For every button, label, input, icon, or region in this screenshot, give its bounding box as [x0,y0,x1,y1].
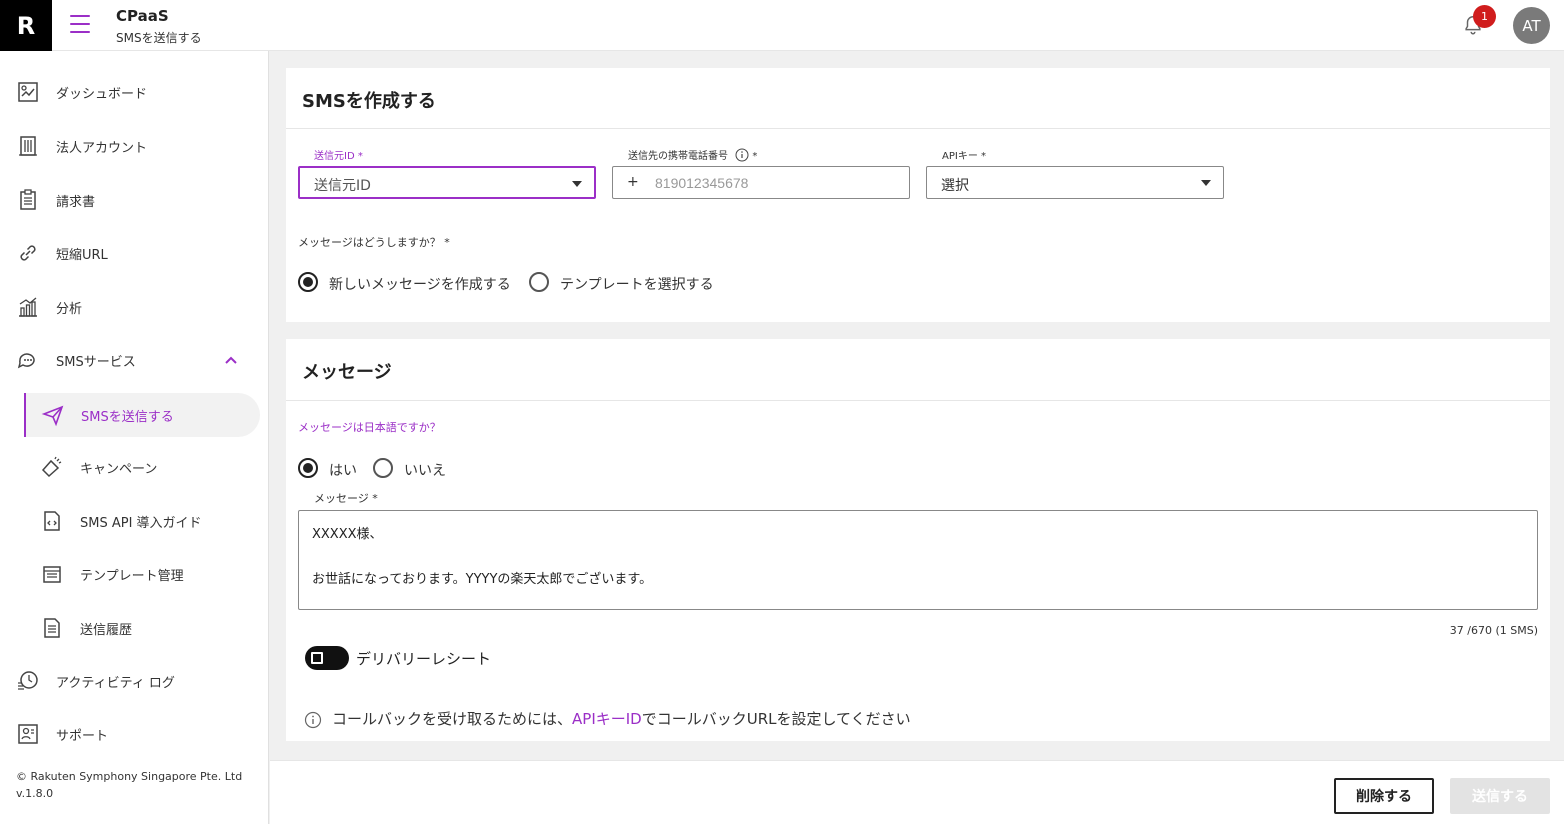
api-key-label: APIキー * [942,151,986,162]
invoice-icon [20,189,36,210]
sender-id-value: 送信元ID [314,178,371,194]
sidebar-item-label: サポート [56,728,109,744]
sidebar-item-analytics[interactable]: 分析 [0,287,269,327]
send-icon [41,405,64,427]
sidebar-item-label: 請求書 [56,194,96,210]
radio-yes[interactable] [298,458,318,478]
message-title: メッセージ [302,362,392,383]
sidebar-item-label: 短縮URL [56,247,108,263]
api-key-id-link[interactable]: APIキーID [572,710,642,728]
message-line-1: XXXXX様、 [312,527,383,542]
sidebar-item-send-history[interactable]: 送信履歴 [0,608,269,648]
analytics-icon [19,297,37,317]
phone-input[interactable] [655,171,895,195]
radio-yes-label[interactable]: はい [329,460,357,480]
info-icon [304,711,322,729]
phone-prefix: + [627,174,639,190]
sender-id-select[interactable]: 送信元ID [298,166,596,199]
delivery-receipt-toggle[interactable] [305,646,349,670]
building-icon [19,136,37,156]
sidebar-item-label: 送信履歴 [80,622,133,638]
sidebar-item-support[interactable]: サポート [0,714,269,754]
message-card: メッセージ メッセージは日本語ですか？ はい いいえ メッセージ * XXXXX… [286,339,1550,741]
message-mode-label: メッセージはどうしますか？ * [298,236,450,249]
radio-template[interactable] [529,272,549,292]
compose-card: SMSを作成する 送信元ID * 送信元ID 送信先の携帯電話番号 * + AP… [286,68,1550,322]
avatar[interactable]: AT [1513,7,1550,44]
send-button[interactable]: 送信する [1450,778,1550,814]
api-key-value: 選択 [941,178,969,194]
action-bar: 削除する 送信する [270,760,1564,824]
page-subtitle: SMSを送信する [116,31,202,45]
dashboard-icon [18,82,38,102]
chevron-up-icon[interactable] [224,355,238,365]
phone-label: 送信先の携帯電話番号 * [628,147,757,162]
dropdown-arrow-icon [1201,180,1211,186]
message-textarea[interactable]: XXXXX様、 お世話になっております。YYYYの楽天太郎でございます。 [298,510,1538,610]
radio-template-label[interactable]: テンプレートを選択する [560,274,714,294]
sidebar-item-template-management[interactable]: テンプレート管理 [0,554,269,594]
sidebar-item-label: 分析 [56,301,83,317]
notification-badge: 1 [1473,5,1496,28]
message-line-2: お世話になっております。YYYYの楽天太郎でございます。 [312,572,653,587]
sidebar-item-invoice[interactable]: 請求書 [0,180,269,220]
message-field-label: メッセージ * [314,492,378,505]
api-key-select[interactable]: 選択 [926,166,1224,199]
history-doc-icon [44,618,60,638]
radio-no-label[interactable]: いいえ [404,460,446,480]
sidebar-item-label: キャンペーン [80,461,158,477]
version-text: v.1.8.0 [16,787,54,800]
info-icon[interactable] [735,148,749,162]
link-icon [20,245,36,261]
app-title: CPaaS [116,7,169,25]
radio-new-message-label[interactable]: 新しいメッセージを作成する [329,274,511,294]
sidebar-item-label: SMS API 導入ガイド [80,515,202,531]
menu-icon[interactable] [70,15,90,33]
sidebar-item-sms-service[interactable]: SMSサービス [0,340,269,380]
sidebar-item-campaign[interactable]: キャンペーン [0,447,269,487]
sidebar-item-label: SMSサービス [56,354,136,370]
character-counter: 37 /670 (1 SMS) [1449,624,1538,637]
sidebar-item-api-guide[interactable]: SMS API 導入ガイド [0,501,269,541]
sidebar-item-label: ダッシュボード [56,86,148,102]
top-bar: R CPaaS SMSを送信する 1 AT [0,0,1564,51]
radio-new-message[interactable] [298,272,318,292]
activity-log-icon [18,671,38,690]
sender-id-label: 送信元ID * [314,151,363,162]
dropdown-arrow-icon [572,181,582,187]
chat-icon [17,353,35,369]
sidebar-item-dashboard[interactable]: ダッシュボード [0,72,269,112]
sidebar: ダッシュボード 法人アカウント 請求書 短縮URL 分析 SMSサービス SMS… [0,51,269,824]
delivery-receipt-label: デリバリーレシート [356,650,492,668]
radio-no[interactable] [373,458,393,478]
rakuten-logo[interactable]: R [0,0,52,51]
compose-title: SMSを作成する [302,91,436,112]
sidebar-item-label: SMSを送信する [81,409,174,425]
delete-button[interactable]: 削除する [1334,778,1434,814]
japanese-question-label: メッセージは日本語ですか？ [298,421,441,434]
sidebar-item-corporate-account[interactable]: 法人アカウント [0,126,269,166]
sidebar-item-label: テンプレート管理 [80,568,184,584]
template-icon [43,566,61,583]
divider [286,128,1550,129]
callback-notice: コールバックを受け取るためには、APIキーIDでコールバックURLを設定してくだ… [332,710,911,728]
phone-field[interactable]: + [612,166,910,199]
sidebar-item-short-url[interactable]: 短縮URL [0,233,269,273]
sidebar-item-activity-log[interactable]: アクティビティ ログ [0,661,269,701]
sidebar-item-send-sms[interactable]: SMSを送信する [0,395,269,435]
sidebar-item-label: 法人アカウント [56,140,148,156]
support-icon [18,724,38,744]
megaphone-icon [41,456,62,478]
copyright-text: © Rakuten Symphony Singapore Pte. Ltd [16,770,243,783]
code-doc-icon [44,511,60,531]
divider [286,400,1550,401]
sidebar-item-label: アクティビティ ログ [56,675,175,691]
